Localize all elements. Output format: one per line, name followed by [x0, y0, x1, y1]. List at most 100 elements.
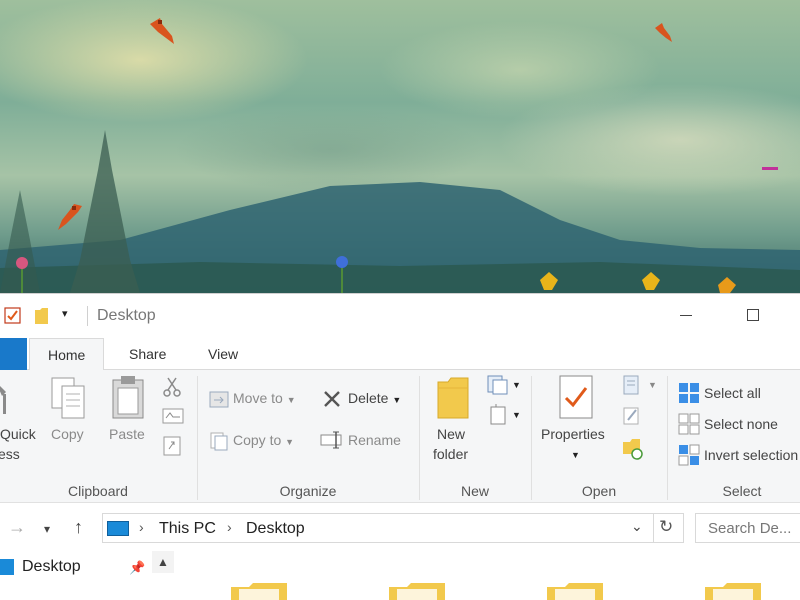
properties-button[interactable]: Properties — [541, 426, 605, 442]
chevron-down-icon[interactable]: ▼ — [512, 380, 521, 390]
chevron-down-icon: ▼ — [286, 395, 296, 405]
search-input[interactable]: Search De... — [695, 513, 800, 543]
flower-icon — [16, 257, 28, 293]
copy-to-button[interactable]: Copy to ▼ — [233, 432, 294, 448]
select-none-icon[interactable] — [678, 413, 700, 435]
history-icon[interactable] — [622, 438, 644, 460]
chevron-down-icon: ▼ — [392, 395, 402, 405]
up-arrow-icon[interactable]: ↑ — [74, 517, 83, 538]
minimize-button[interactable] — [656, 294, 716, 338]
flower-icon — [718, 277, 736, 293]
easy-access-icon[interactable] — [488, 404, 508, 426]
group-divider — [667, 376, 668, 500]
group-divider — [419, 376, 420, 500]
edit-icon[interactable] — [622, 406, 642, 426]
new-folder-icon[interactable] — [436, 376, 470, 420]
refresh-icon[interactable]: ↻ — [659, 517, 673, 537]
desktop-wallpaper — [0, 0, 800, 293]
delete-icon[interactable] — [322, 389, 342, 409]
move-to-label: Move to — [233, 390, 283, 406]
select-all-button[interactable]: Select all — [704, 385, 761, 401]
chevron-down-icon[interactable]: ▼ — [512, 410, 521, 420]
copy-to-icon[interactable] — [209, 431, 229, 451]
minimize-icon — [680, 315, 692, 316]
nav-pane-item-desktop[interactable]: Desktop — [22, 558, 81, 576]
maximize-button[interactable] — [724, 294, 784, 338]
copy-icon[interactable] — [50, 376, 88, 422]
title-separator — [87, 306, 88, 326]
tab-view[interactable]: View — [190, 338, 256, 371]
chevron-down-icon: ▼ — [285, 437, 295, 447]
group-divider — [531, 376, 532, 500]
bird-icon — [58, 204, 82, 230]
window-title: Desktop — [97, 307, 156, 324]
tab-home[interactable]: Home — [29, 338, 105, 371]
recent-locations-chevron-icon[interactable]: ▾ — [44, 522, 50, 536]
tab-share[interactable]: Share — [111, 338, 184, 371]
paste-icon[interactable] — [110, 374, 146, 422]
ribbon-tab-bar: Home Share View — [0, 338, 800, 371]
address-bar[interactable]: › This PC › Desktop ⌄ ↻ — [102, 513, 684, 543]
flower-icon — [540, 272, 558, 290]
address-history-chevron-icon[interactable]: ⌄ — [631, 518, 643, 535]
properties-quick-icon[interactable] — [4, 307, 22, 325]
customize-quick-access-chevron-icon[interactable]: ▾ — [62, 307, 68, 320]
copy-path-icon[interactable] — [162, 408, 184, 424]
breadcrumb-separator-icon: › — [227, 519, 232, 535]
title-bar: ▾ Desktop — [0, 294, 800, 338]
pin-to-quick-access-label[interactable]: Quick — [0, 426, 36, 442]
paste-button[interactable]: Paste — [109, 426, 145, 442]
rename-icon[interactable] — [320, 430, 344, 450]
navigation-bar: → ▾ ↑ › This PC › Desktop ⌄ ↻ Search De.… — [0, 503, 800, 551]
ribbon: Quick ess Copy Paste Clipboard Move to ▼… — [0, 370, 800, 503]
organize-group-label: Organize — [279, 483, 337, 499]
delete-button[interactable]: Delete ▼ — [348, 390, 401, 406]
select-none-button[interactable]: Select none — [704, 416, 778, 432]
new-folder-quick-icon[interactable] — [34, 307, 52, 325]
wallpaper-accent-mark — [762, 167, 778, 170]
chevron-down-icon[interactable]: ▼ — [571, 450, 580, 460]
delete-label: Delete — [348, 390, 389, 406]
forward-arrow-icon[interactable]: → — [8, 517, 26, 538]
open-icon[interactable] — [622, 374, 642, 396]
tab-file[interactable] — [0, 338, 27, 370]
breadcrumb-this-pc[interactable]: This PC — [159, 520, 216, 538]
invert-selection-button[interactable]: Invert selection — [704, 447, 798, 463]
new-folder-label[interactable]: New — [437, 426, 465, 442]
copy-to-label: Copy to — [233, 432, 282, 448]
paste-shortcut-icon[interactable] — [163, 434, 181, 456]
new-folder-label-2[interactable]: folder — [433, 446, 468, 462]
select-group-label: Select — [722, 483, 762, 499]
group-divider — [197, 376, 198, 500]
file-explorer-window: ▾ Desktop Home Share View Quick ess Copy — [0, 293, 800, 600]
maximize-icon — [747, 309, 759, 321]
properties-icon[interactable] — [558, 374, 594, 420]
this-pc-icon — [107, 521, 129, 536]
new-item-icon[interactable] — [487, 374, 509, 396]
move-to-icon[interactable] — [209, 390, 229, 408]
breadcrumb-separator-icon: › — [139, 519, 144, 535]
folder-icon[interactable] — [231, 583, 287, 600]
pin-to-quick-access-label-2: ess — [0, 446, 20, 462]
desktop-folder-icon — [0, 559, 14, 575]
copy-button[interactable]: Copy — [51, 426, 84, 442]
select-all-icon[interactable] — [678, 382, 700, 404]
new-group-label: New — [460, 483, 489, 499]
address-divider — [653, 514, 654, 542]
bird-icon — [150, 18, 174, 44]
chevron-down-icon[interactable]: ▼ — [648, 380, 657, 390]
flower-icon — [336, 256, 348, 293]
cut-icon[interactable] — [162, 376, 182, 398]
pin-icon[interactable] — [0, 378, 16, 418]
clipboard-group-label: Clipboard — [68, 483, 128, 499]
folder-icon[interactable] — [705, 583, 761, 600]
breadcrumb-desktop[interactable]: Desktop — [246, 520, 305, 538]
folder-icon[interactable] — [547, 583, 603, 600]
move-to-button[interactable]: Move to ▼ — [233, 390, 296, 406]
invert-selection-icon[interactable] — [678, 444, 700, 466]
folder-icon[interactable] — [389, 583, 445, 600]
pinned-icon: 📌 — [129, 560, 146, 575]
bird-icon — [655, 23, 672, 42]
rename-button[interactable]: Rename — [348, 432, 401, 448]
scroll-up-button[interactable]: ▲ — [152, 551, 174, 573]
